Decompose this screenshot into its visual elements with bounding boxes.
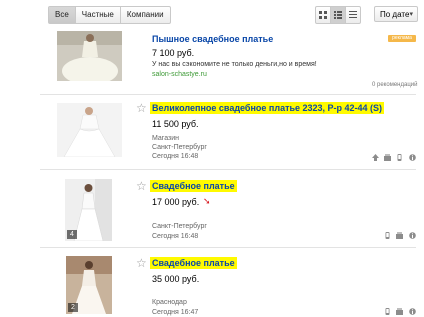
filter-companies-tab[interactable]: Компании [121,7,170,23]
phone-icon[interactable] [396,154,403,161]
ad-site-link[interactable]: salon-schastye.ru [152,70,207,79]
listing-time: Сегодня 16:48 [152,233,199,240]
view-mode-switch [315,6,361,24]
favorite-star-icon[interactable]: ☆ [136,102,147,114]
listing-city: Санкт-Петербург [152,223,207,230]
listing-title-link[interactable]: Свадебное платье [150,257,237,269]
listing-price: 11 500 руб. [152,119,199,129]
listing-price: 35 000 руб. [152,274,200,284]
divider [40,169,416,170]
listing-time: Сегодня 16:48 [152,153,199,160]
divider [40,247,416,248]
listing-seller-type: Магазин [152,135,180,142]
listing-title-link[interactable]: Великолепное свадебное платье 2323, Р-р … [150,102,385,114]
seller-filter: Все Частные Компании [48,6,171,24]
price-drop-icon: ➘ [203,196,211,206]
divider [40,94,416,95]
listing-title-link[interactable]: Свадебное платье [150,180,237,192]
ad-thumbnail[interactable] [57,31,122,81]
ad-price: 7 100 руб. [152,48,195,58]
favorite-star-icon[interactable]: ☆ [136,257,147,269]
sort-select[interactable]: По дате ▾ [374,6,418,22]
ad-description: У нас вы сэкономите не только деньги,но … [152,61,317,68]
photo-count-badge: 4 [67,230,77,239]
listing-time: Сегодня 16:47 [152,309,199,316]
listing-price: 17 000 руб. [152,197,200,207]
favorite-star-icon[interactable]: ☆ [136,180,147,192]
upload-icon[interactable] [372,154,379,161]
listing-city: Краснодар [152,299,187,306]
listing-thumbnail[interactable]: 4 [65,179,112,241]
info-icon[interactable] [409,308,416,315]
table-view-icon[interactable] [346,7,360,23]
list-view-icon[interactable] [331,7,346,23]
chevron-down-icon: ▾ [409,11,413,18]
ad-recommendations: 0 рекомендаций [372,82,418,88]
info-icon[interactable] [409,154,416,161]
store-icon[interactable] [396,308,403,315]
store-icon[interactable] [384,154,391,161]
phone-icon[interactable] [384,232,391,239]
store-icon[interactable] [396,232,403,239]
filter-all-tab[interactable]: Все [49,7,76,23]
filter-private-tab[interactable]: Частные [76,7,121,23]
photo-count-badge: 2 [68,303,78,312]
ad-title-link[interactable]: Пышное свадебное платье [152,33,273,45]
info-icon[interactable] [409,232,416,239]
listing-city: Санкт-Петербург [152,144,207,151]
phone-icon[interactable] [384,308,391,315]
sort-select-label: По дате [380,10,410,19]
grid-view-icon[interactable] [316,7,331,23]
listing-thumbnail[interactable]: 2 [66,256,112,314]
listing-thumbnail[interactable] [57,103,122,157]
ad-badge: реклама [388,35,416,42]
